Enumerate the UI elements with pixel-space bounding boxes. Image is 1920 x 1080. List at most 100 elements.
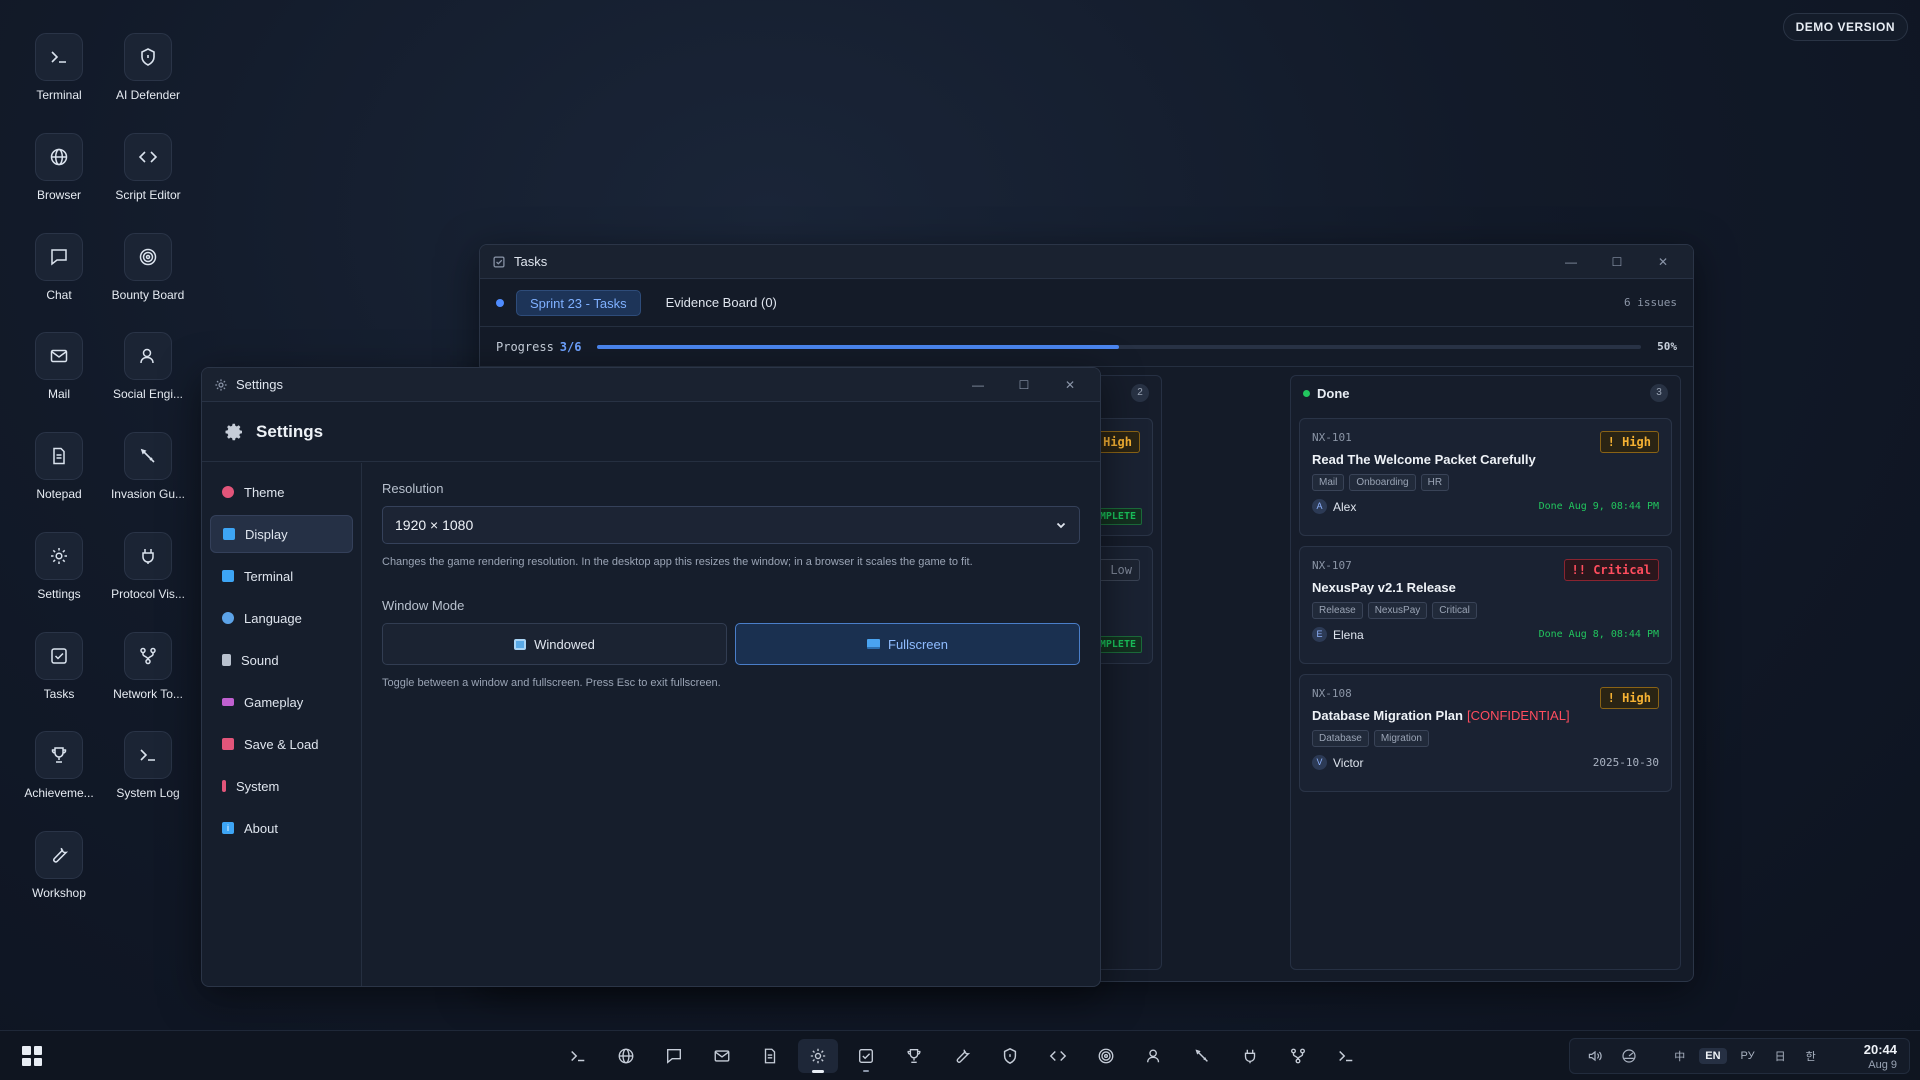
- desktop-icon-social-engineering[interactable]: Social Engi...: [100, 332, 196, 401]
- nav-item-about[interactable]: i About: [210, 809, 353, 847]
- maximize-button[interactable]: ☐: [1006, 373, 1042, 397]
- nav-item-terminal[interactable]: Terminal: [210, 557, 353, 595]
- close-button[interactable]: ✕: [1052, 373, 1088, 397]
- desktop-icon-achievements[interactable]: Achieveme...: [11, 731, 107, 800]
- completed-time: Done Aug 8, 08:44 PM: [1538, 629, 1659, 640]
- lang-en[interactable]: EN: [1699, 1048, 1727, 1064]
- code-icon: [124, 133, 172, 181]
- nav-item-gameplay[interactable]: Gameplay: [210, 683, 353, 721]
- code-icon[interactable]: [1038, 1039, 1078, 1073]
- settings-titlebar[interactable]: Settings — ☐ ✕: [202, 368, 1100, 402]
- sword-icon[interactable]: [1182, 1039, 1222, 1073]
- resolution-hint: Changes the game rendering resolution. I…: [382, 556, 973, 568]
- completed-time: Done Aug 9, 08:44 PM: [1538, 501, 1659, 512]
- monitor-icon: [867, 639, 881, 649]
- tag: HR: [1420, 474, 1450, 491]
- shield-icon[interactable]: [990, 1039, 1030, 1073]
- maximize-button[interactable]: ☐: [1599, 250, 1635, 274]
- notepad-icon[interactable]: [750, 1039, 790, 1073]
- globe-icon: [222, 612, 234, 624]
- desktop-icon-notepad[interactable]: Notepad: [11, 432, 107, 501]
- chevron-down-icon: [1055, 519, 1067, 531]
- desktop-icon-bounty-board[interactable]: Bounty Board: [100, 233, 196, 302]
- close-button[interactable]: ✕: [1645, 250, 1681, 274]
- desktop-icon-script-editor[interactable]: Script Editor: [100, 133, 196, 202]
- tasks-titlebar[interactable]: Tasks — ☐ ✕: [480, 245, 1693, 279]
- tasks-tab-bar: Sprint 23 - Tasks Evidence Board (0) 6 i…: [480, 279, 1693, 327]
- palette-icon: [222, 486, 234, 498]
- gear-icon[interactable]: [798, 1039, 838, 1073]
- nav-item-language[interactable]: Language: [210, 599, 353, 637]
- nav-item-sound[interactable]: Sound: [210, 641, 353, 679]
- target-icon[interactable]: [1086, 1039, 1126, 1073]
- tag: Mail: [1312, 474, 1345, 491]
- nav-item-display[interactable]: Display: [210, 515, 353, 553]
- protocol-icon[interactable]: [1230, 1039, 1270, 1073]
- status-dot: [496, 298, 504, 307]
- network-icon[interactable]: [1278, 1039, 1318, 1073]
- card-title: NexusPay v2.1 Release: [1312, 580, 1456, 595]
- terminal-icon: [222, 570, 234, 582]
- gear-icon: [224, 422, 244, 442]
- tab-sprint-tasks[interactable]: Sprint 23 - Tasks: [516, 289, 641, 316]
- fullscreen-button[interactable]: Fullscreen: [735, 623, 1080, 665]
- system-tray: 中 EN РУ 日 한 20:44 Aug 9: [1569, 1038, 1910, 1074]
- desktop-icon-ai-defender[interactable]: AI Defender: [100, 33, 196, 102]
- desktop-icon-protocol-visualizer[interactable]: Protocol Vis...: [100, 532, 196, 601]
- chat-icon[interactable]: [654, 1039, 694, 1073]
- progress-fill: [597, 344, 1120, 349]
- window-title: Settings: [236, 377, 283, 392]
- lang-zh[interactable]: 中: [1668, 1046, 1691, 1066]
- user-icon[interactable]: [1134, 1039, 1174, 1073]
- start-menu-button[interactable]: [22, 1046, 42, 1066]
- volume-icon[interactable]: [1582, 1043, 1608, 1069]
- task-card[interactable]: NX-101 ! High Read The Welcome Packet Ca…: [1299, 418, 1672, 536]
- minimize-button[interactable]: —: [960, 373, 996, 397]
- globe-icon[interactable]: [606, 1039, 646, 1073]
- notepad-icon: [35, 432, 83, 480]
- mail-icon[interactable]: [702, 1039, 742, 1073]
- desktop-icon-system-log[interactable]: System Log: [100, 731, 196, 800]
- terminal-icon[interactable]: [558, 1039, 598, 1073]
- lang-ko[interactable]: 한: [1800, 1046, 1822, 1066]
- wrench-icon[interactable]: [942, 1039, 982, 1073]
- desktop-icon-terminal[interactable]: Terminal: [11, 33, 107, 102]
- desktop-icon-workshop[interactable]: Workshop: [11, 831, 107, 900]
- user-icon: [124, 332, 172, 380]
- avatar: V: [1312, 755, 1327, 770]
- progress-row: Progress 3/6 50%: [480, 327, 1693, 367]
- minimize-button[interactable]: —: [1553, 250, 1589, 274]
- desktop-icon-chat[interactable]: Chat: [11, 233, 107, 302]
- tag: Release: [1312, 602, 1363, 619]
- desktop-icon-tasks[interactable]: Tasks: [11, 632, 107, 701]
- desktop-icon-mail[interactable]: Mail: [11, 332, 107, 401]
- checkbox-icon[interactable]: [846, 1039, 886, 1073]
- status-dot: [1303, 389, 1310, 397]
- window-icon: [514, 638, 527, 650]
- lang-ru[interactable]: РУ: [1735, 1048, 1761, 1064]
- nav-item-save-load[interactable]: Save & Load: [210, 725, 353, 763]
- resolution-select[interactable]: 1920 × 1080: [382, 506, 1080, 544]
- network-status-icon[interactable]: [1616, 1043, 1642, 1069]
- terminal-icon[interactable]: [1326, 1039, 1366, 1073]
- settings-heading: Settings: [256, 421, 324, 441]
- nav-item-theme[interactable]: Theme: [210, 473, 353, 511]
- desktop-icon-invasion-guide[interactable]: Invasion Gu...: [100, 432, 196, 501]
- nav-item-system[interactable]: System: [210, 767, 353, 805]
- speaker-icon: [222, 654, 231, 666]
- clock[interactable]: 20:44 Aug 9: [1864, 1042, 1897, 1071]
- desktop-icon-settings[interactable]: Settings: [11, 532, 107, 601]
- trophy-icon[interactable]: [894, 1039, 934, 1073]
- lang-ja[interactable]: 日: [1769, 1046, 1792, 1066]
- task-card[interactable]: NX-107 !! Critical NexusPay v2.1 Release…: [1299, 546, 1672, 664]
- demo-version-badge: DEMO VERSION: [1782, 13, 1908, 41]
- task-card[interactable]: NX-108 ! High Database Migration Plan [CO…: [1299, 674, 1672, 792]
- settings-window[interactable]: Settings — ☐ ✕ Settings Theme Display Te…: [201, 367, 1101, 987]
- desktop-icon-browser[interactable]: Browser: [11, 133, 107, 202]
- desktop-icon-network-tools[interactable]: Network To...: [100, 632, 196, 701]
- windowed-button[interactable]: Windowed: [382, 623, 727, 665]
- settings-nav: Theme Display Terminal Language Sound Ga…: [202, 463, 362, 986]
- tab-evidence-board[interactable]: Evidence Board (0): [653, 290, 790, 316]
- taskbar: 中 EN РУ 日 한 20:44 Aug 9: [0, 1030, 1920, 1080]
- tag: Critical: [1432, 602, 1477, 619]
